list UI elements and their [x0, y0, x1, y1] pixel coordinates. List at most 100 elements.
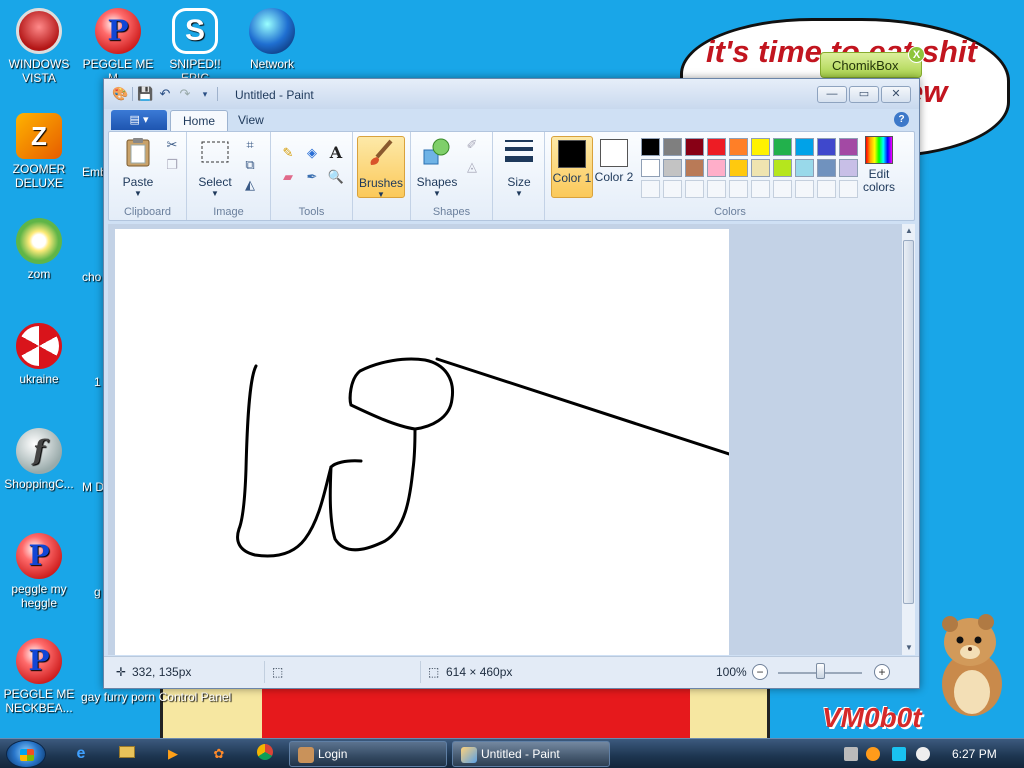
palette-swatch[interactable]	[685, 180, 704, 198]
save-icon[interactable]: 💾	[137, 86, 153, 102]
palette-swatch[interactable]	[685, 138, 704, 156]
vertical-scrollbar[interactable]: ▲ ▼	[901, 224, 915, 655]
ie-icon[interactable]: e	[70, 744, 92, 764]
crop-icon[interactable]: ⌗	[241, 136, 259, 154]
palette-swatch[interactable]	[663, 159, 682, 177]
palette-swatch[interactable]	[795, 180, 814, 198]
tray-search-icon[interactable]	[866, 747, 880, 761]
tab-view[interactable]: View	[226, 110, 276, 131]
desktop-icon-gay-furry[interactable]: gay furry porn	[80, 690, 156, 704]
tab-home[interactable]: Home	[170, 110, 229, 131]
paste-button[interactable]: Paste ▼	[117, 136, 159, 198]
zoomer-icon: Z	[16, 113, 62, 159]
drawing-canvas[interactable]	[115, 229, 731, 655]
palette-swatch[interactable]	[729, 138, 748, 156]
chomikbox-close-button[interactable]: X	[908, 46, 925, 63]
desktop-icon-network[interactable]: Network	[234, 8, 310, 71]
redo-icon[interactable]: ↷	[177, 86, 193, 102]
palette-swatch[interactable]	[707, 180, 726, 198]
color1-button[interactable]: Color 1	[551, 136, 593, 198]
desktop-icon-shopping[interactable]: f ShoppingC...	[1, 428, 77, 491]
palette-swatch[interactable]	[641, 159, 660, 177]
divider	[132, 87, 133, 101]
tray-app-icon[interactable]	[844, 747, 858, 761]
desktop-icon-windows-vista[interactable]: WINDOWS VISTA	[1, 8, 77, 85]
paint-menu-button[interactable]: ▤ ▾	[111, 110, 167, 130]
desktop-icon-zoomer-deluxe[interactable]: Z ZOOMER DELUXE	[1, 113, 77, 190]
fill-bucket-icon[interactable]: ◈	[303, 144, 321, 162]
media-player-icon[interactable]: ▶	[162, 744, 184, 764]
desktop-icon-peggle-neckbeard[interactable]: P PEGGLE ME NECKBEA...	[1, 638, 77, 715]
customize-qat-icon[interactable]: ▾	[197, 86, 213, 102]
scroll-thumb[interactable]	[903, 240, 914, 604]
start-button[interactable]	[6, 740, 46, 768]
palette-swatch[interactable]	[685, 159, 704, 177]
eraser-icon[interactable]: ▰	[279, 168, 297, 186]
palette-swatch[interactable]	[729, 180, 748, 198]
select-button[interactable]: Select ▼	[195, 136, 235, 198]
palette-swatch[interactable]	[817, 138, 836, 156]
undo-icon[interactable]: ↶	[157, 86, 173, 102]
group-label: Shapes	[432, 206, 471, 218]
palette-swatch[interactable]	[751, 159, 770, 177]
palette-swatch[interactable]	[663, 180, 682, 198]
palette-swatch[interactable]	[707, 138, 726, 156]
shapes-button[interactable]: Shapes ▼	[415, 136, 459, 198]
tray-webcam-icon[interactable]	[916, 747, 930, 761]
palette-swatch[interactable]	[817, 159, 836, 177]
text-tool-icon[interactable]: A	[327, 144, 345, 162]
palette-swatch[interactable]	[751, 180, 770, 198]
zoom-slider-thumb[interactable]	[816, 663, 825, 679]
minimize-button[interactable]: —	[817, 86, 847, 103]
palette-swatch[interactable]	[773, 180, 792, 198]
tray-monitor-icon[interactable]	[892, 747, 906, 761]
chrome-icon[interactable]	[254, 744, 276, 764]
palette-swatch[interactable]	[795, 138, 814, 156]
color-picker-icon[interactable]: ✒	[303, 168, 321, 186]
desktop-icon-peggle-me[interactable]: P PEGGLE ME M...	[80, 8, 156, 85]
palette-swatch[interactable]	[751, 138, 770, 156]
palette-swatch[interactable]	[707, 159, 726, 177]
zoom-in-button[interactable]: +	[874, 664, 890, 680]
desktop-icon-sniped[interactable]: S SNIPED!! EPIC	[157, 8, 233, 85]
magnifier-icon[interactable]: 🔍	[327, 168, 345, 186]
palette-swatch[interactable]	[641, 138, 660, 156]
scroll-up-icon[interactable]: ▲	[902, 224, 916, 238]
scroll-down-icon[interactable]: ▼	[902, 641, 916, 655]
paint-pinned-icon[interactable]: ✿	[208, 744, 230, 764]
maximize-button[interactable]: ▭	[849, 86, 879, 103]
color2-button[interactable]: Color 2	[593, 136, 635, 198]
pencil-icon[interactable]: ✎	[279, 144, 297, 162]
explorer-icon[interactable]	[116, 744, 138, 764]
zoom-out-button[interactable]: −	[752, 664, 768, 680]
palette-swatch[interactable]	[729, 159, 748, 177]
resize-icon[interactable]: ⧉	[241, 156, 259, 174]
chomikbox-popup[interactable]: ChomikBox	[820, 52, 922, 78]
taskbar-paint[interactable]: Untitled - Paint	[452, 741, 610, 767]
outline-icon[interactable]: ✐	[463, 136, 481, 154]
fill-icon[interactable]: ◬	[463, 158, 481, 176]
desktop-icon-zom[interactable]: zom	[1, 218, 77, 281]
title-bar[interactable]: 🎨 💾 ↶ ↷ ▾ Untitled - Paint — ▭ ✕	[104, 79, 919, 109]
size-button[interactable]: Size ▼	[499, 136, 539, 198]
copy-icon[interactable]: ❐	[163, 156, 181, 174]
palette-swatch[interactable]	[663, 138, 682, 156]
palette-swatch[interactable]	[641, 180, 660, 198]
desktop-icon-control-panel[interactable]: Control Panel	[157, 690, 233, 704]
palette-swatch[interactable]	[795, 159, 814, 177]
palette-swatch[interactable]	[773, 159, 792, 177]
paint-app-icon[interactable]: 🎨	[112, 86, 128, 102]
clock[interactable]: 6:27 PM	[952, 747, 997, 761]
taskbar-login[interactable]: Login	[289, 741, 447, 767]
edit-colors-button[interactable]: Edit colors	[851, 136, 907, 194]
help-icon[interactable]: ?	[894, 112, 909, 127]
brushes-button[interactable]: Brushes ▼	[357, 136, 405, 199]
rotate-icon[interactable]: ◭	[241, 176, 259, 194]
desktop-icon-ukraine[interactable]: ukraine	[1, 323, 77, 386]
palette-swatch[interactable]	[773, 138, 792, 156]
palette-swatch[interactable]	[817, 180, 836, 198]
close-button[interactable]: ✕	[881, 86, 911, 103]
cut-icon[interactable]: ✂	[163, 136, 181, 154]
wallpaper-red-block	[262, 688, 692, 738]
desktop-icon-peggle-heggle[interactable]: P peggle my heggle	[1, 533, 77, 610]
